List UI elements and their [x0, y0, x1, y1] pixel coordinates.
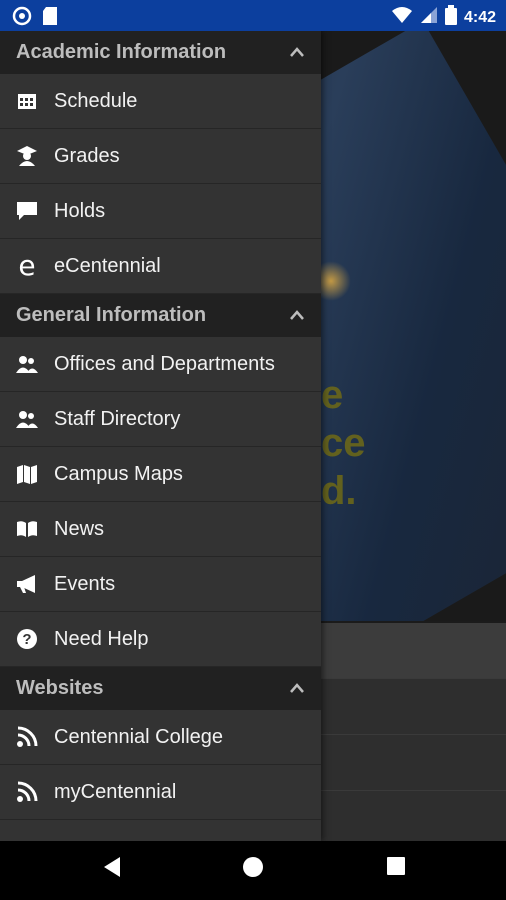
- drawer-item-label: Holds: [54, 199, 106, 222]
- content-list: [321, 623, 506, 847]
- svg-text:?: ?: [22, 631, 31, 648]
- people-icon: [0, 354, 54, 374]
- drawer-item-centennial-college[interactable]: Centennial College: [0, 710, 321, 765]
- chevron-up-icon[interactable]: [289, 45, 305, 63]
- recents-button[interactable]: [386, 856, 406, 881]
- section-title: General Information: [16, 304, 207, 326]
- system-navigation-bar: [0, 841, 506, 900]
- chevron-up-icon[interactable]: [289, 681, 305, 699]
- drawer-item-campus-maps[interactable]: Campus Maps: [0, 447, 321, 502]
- e-letter-icon: e: [18, 249, 36, 282]
- drawer-item-label: eCentennial: [54, 254, 161, 277]
- battery-icon: [444, 5, 457, 30]
- calendar-icon: [0, 92, 54, 110]
- drawer-item-label: Offices and Departments: [54, 352, 275, 375]
- drawer-item-staff-directory[interactable]: Staff Directory: [0, 392, 321, 447]
- list-item[interactable]: [321, 623, 506, 679]
- drawer-item-label: Need Help: [54, 627, 149, 650]
- drawer-item-label: Staff Directory: [54, 407, 181, 430]
- drawer-item-label: News: [54, 517, 105, 540]
- hero-overlay-text: e ce d.: [321, 373, 366, 513]
- chat-bubble-icon: [0, 200, 54, 222]
- drawer-item-holds[interactable]: Holds: [0, 184, 321, 239]
- notification-circle-icon: [12, 6, 32, 31]
- list-item[interactable]: [321, 791, 506, 847]
- drawer-item-mycentennial[interactable]: myCentennial: [0, 765, 321, 820]
- drawer-item-schedule[interactable]: Schedule: [0, 74, 321, 129]
- section-general-information[interactable]: General Information: [0, 294, 321, 337]
- list-item[interactable]: [321, 679, 506, 735]
- rss-icon: [0, 781, 54, 803]
- drawer-item-label: Centennial College: [54, 725, 224, 748]
- people-icon: [0, 409, 54, 429]
- graduate-icon: [0, 145, 54, 167]
- book-icon: [0, 520, 54, 538]
- home-button[interactable]: [242, 856, 264, 883]
- wifi-icon: [391, 6, 413, 29]
- chevron-up-icon[interactable]: [289, 308, 305, 326]
- drawer-item-grades[interactable]: Grades: [0, 129, 321, 184]
- navigation-drawer: Academic Information Schedule Grades Hol…: [0, 31, 321, 841]
- drawer-item-label: Grades: [54, 144, 120, 167]
- back-button[interactable]: [102, 856, 122, 883]
- section-academic-information[interactable]: Academic Information: [0, 31, 321, 74]
- help-icon: ?: [0, 628, 54, 650]
- megaphone-icon: [0, 574, 54, 594]
- drawer-item-label: myCentennial: [54, 780, 177, 803]
- drawer-item-label: Campus Maps: [54, 462, 183, 485]
- drawer-item-label: Schedule: [54, 89, 138, 112]
- hero-image: e ce d.: [321, 31, 506, 621]
- rss-icon: [0, 726, 54, 748]
- section-title: Academic Information: [16, 41, 227, 63]
- section-websites[interactable]: Websites: [0, 667, 321, 710]
- drawer-item-events[interactable]: Events: [0, 557, 321, 612]
- clock: 4:42: [463, 8, 496, 26]
- map-icon: [0, 464, 54, 484]
- drawer-item-offices-and-departments[interactable]: Offices and Departments: [0, 337, 321, 392]
- drawer-item-need-help[interactable]: ? Need Help: [0, 612, 321, 667]
- sd-card-icon: [42, 6, 58, 31]
- signal-icon: [420, 6, 438, 29]
- drawer-item-news[interactable]: News: [0, 502, 321, 557]
- status-bar: 4:42: [0, 0, 506, 31]
- drawer-item-label: Events: [54, 572, 116, 595]
- section-title: Websites: [16, 677, 104, 699]
- drawer-item-ecentennial[interactable]: e eCentennial: [0, 239, 321, 294]
- list-item[interactable]: [321, 735, 506, 791]
